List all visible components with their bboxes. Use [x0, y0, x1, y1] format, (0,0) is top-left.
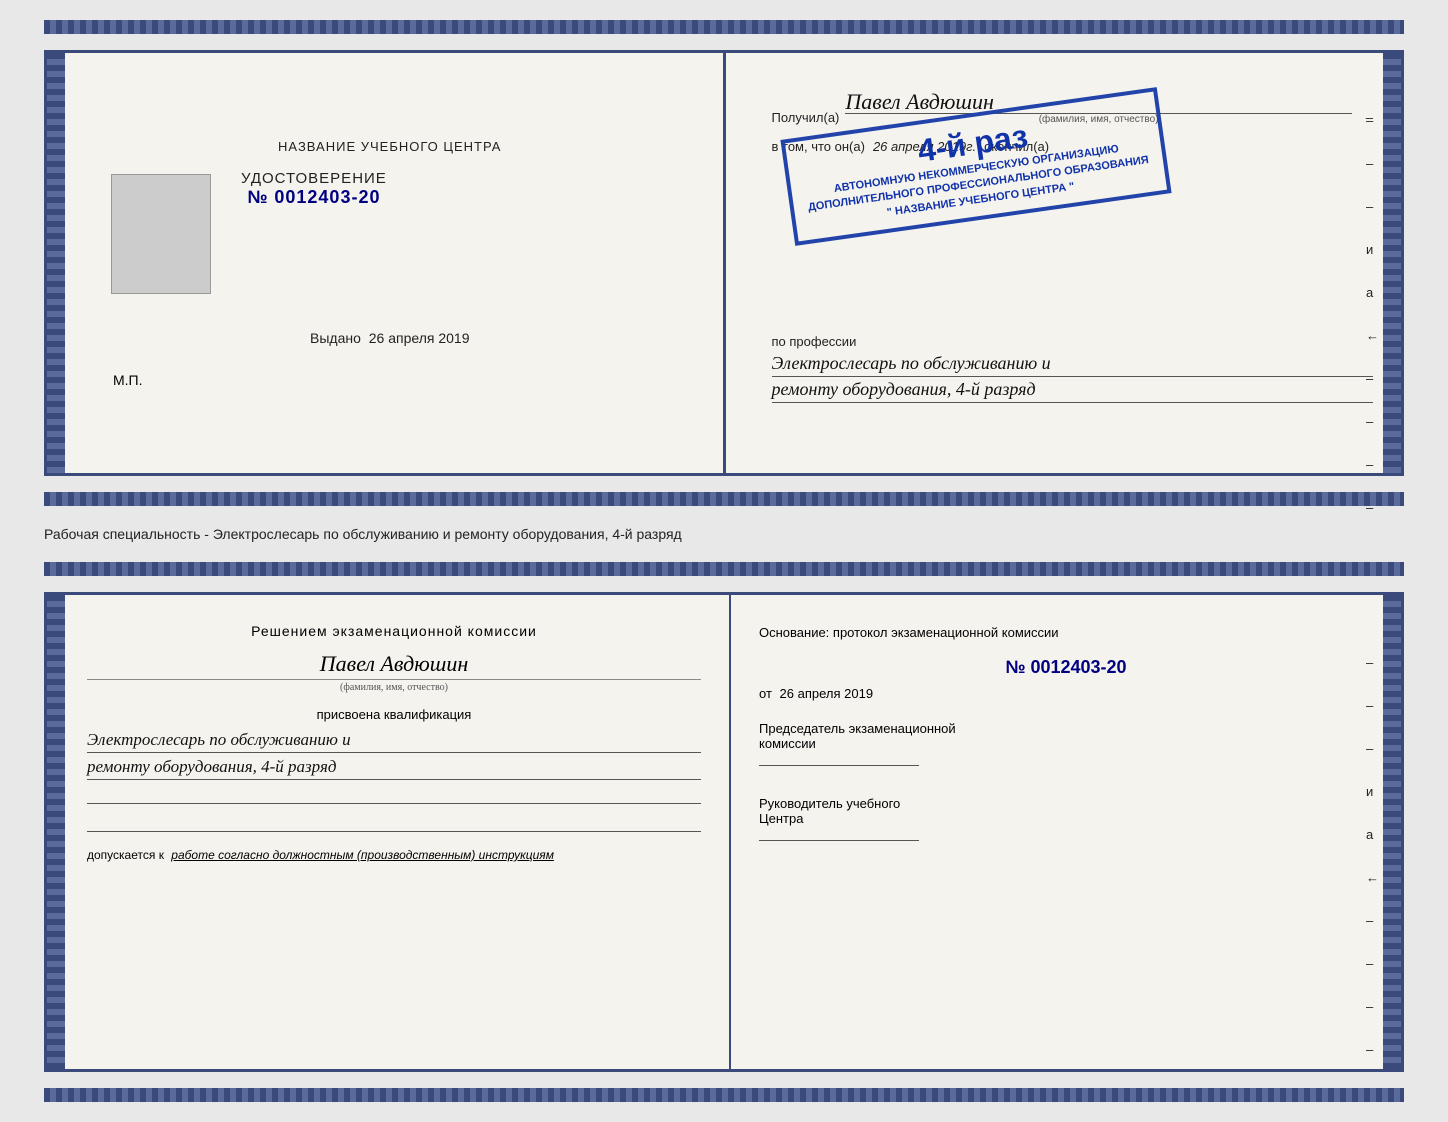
decision-title: Решением экзаменационной комиссии — [87, 623, 701, 639]
photo-placeholder — [111, 174, 211, 294]
doc-number: № 0012403-20 — [241, 187, 387, 208]
udostoverenie-block: УДОСТОВЕРЕНИЕ № 0012403-20 — [241, 170, 387, 208]
bottom-left-page: Решением экзаменационной комиссии Павел … — [47, 595, 731, 1069]
mark-4: и — [1366, 242, 1379, 257]
chairman-sig-line — [759, 765, 919, 766]
mark-9: – — [1366, 457, 1379, 472]
top-booklet: НАЗВАНИЕ УЧЕБНОГО ЦЕНТРА УДОСТОВЕРЕНИЕ №… — [44, 50, 1404, 476]
chairman-label1: Председатель экзаменационной — [759, 721, 1373, 736]
chairman-block: Председатель экзаменационной комиссии — [759, 721, 1373, 766]
rukov-sig-line — [759, 840, 919, 841]
ot-date-val: 26 апреля 2019 — [780, 686, 874, 701]
b-mark-9: – — [1366, 999, 1379, 1014]
bottom-right-page: Основание: протокол экзаменационной коми… — [731, 595, 1401, 1069]
separator-label: Рабочая специальность - Электрослесарь п… — [44, 526, 682, 542]
mark-3: – — [1366, 199, 1379, 214]
center-title: НАЗВАНИЕ УЧЕБНОГО ЦЕНТРА — [278, 139, 501, 154]
profession-label: по профессии — [772, 334, 1374, 349]
mark-10: – — [1366, 500, 1379, 515]
chairman-label2: комиссии — [759, 736, 1373, 751]
poluchil-label: Получил(a) — [772, 110, 840, 125]
b-mark-2: – — [1366, 698, 1379, 713]
bottom-booklet-spine-bottom — [44, 1088, 1404, 1102]
mark-8: – — [1366, 414, 1379, 429]
mark-1: – — [1366, 113, 1379, 128]
b-mark-10: – — [1366, 1042, 1379, 1057]
top-right-page: Получил(a) Павел Авдюшин (фамилия, имя, … — [726, 53, 1402, 473]
допускается-value: работе согласно должностным (производств… — [171, 848, 554, 862]
vydano-line: Выдано 26 апреля 2019 — [310, 330, 470, 346]
rukov-label2: Центра — [759, 811, 1373, 826]
bottom-booklet: Решением экзаменационной комиссии Павел … — [44, 592, 1404, 1072]
profession-value1: Электрослесарь по обслуживанию и — [772, 353, 1374, 377]
b-mark-4: и — [1366, 784, 1379, 799]
right-content: Получил(a) Павел Авдюшин (фамилия, имя, … — [754, 91, 1374, 403]
mark-6: ← — [1366, 328, 1379, 343]
blank-line-1 — [87, 784, 701, 804]
right-side-marks: – – – и а ← – – – – — [1366, 113, 1379, 515]
mark-7: – — [1366, 371, 1379, 386]
bottom-booklet-spine-top — [44, 562, 1404, 576]
qualification-value1: Электрослесарь по обслуживанию и — [87, 730, 701, 753]
ot-date: от 26 апреля 2019 — [759, 686, 1373, 701]
qualification-value2: ремонту оборудования, 4-й разряд — [87, 757, 701, 780]
b-mark-8: – — [1366, 956, 1379, 971]
допускается-block: допускается к работе согласно должностны… — [87, 848, 701, 862]
profession-block: по профессии Электрослесарь по обслужива… — [772, 334, 1374, 403]
top-left-page: НАЗВАНИЕ УЧЕБНОГО ЦЕНТРА УДОСТОВЕРЕНИЕ №… — [47, 53, 726, 473]
assigned-label: присвоена квалификация — [87, 707, 701, 722]
bottom-right-side-marks: – – – и а ← – – – – — [1366, 655, 1379, 1057]
b-mark-7: – — [1366, 913, 1379, 928]
mp-text: М.П. — [93, 372, 143, 388]
b-mark-3: – — [1366, 741, 1379, 756]
blank-line-2 — [87, 812, 701, 832]
bottom-fio-sublabel: (фамилия, имя, отчество) — [87, 679, 701, 693]
vydano-label: Выдано — [310, 330, 361, 346]
b-mark-1: – — [1366, 655, 1379, 670]
left-content: НАЗВАНИЕ УЧЕБНОГО ЦЕНТРА УДОСТОВЕРЕНИЕ №… — [75, 139, 695, 388]
mark-2: – — [1366, 156, 1379, 171]
prot-number: № 0012403-20 — [759, 657, 1373, 678]
udostoverenie-label: УДОСТОВЕРЕНИЕ — [241, 170, 387, 187]
rukov-block: Руководитель учебного Центра — [759, 796, 1373, 841]
b-mark-6: ← — [1366, 870, 1379, 885]
top-booklet-spine-top — [44, 20, 1404, 34]
separator-text: Рабочая специальность - Электрослесарь п… — [44, 522, 1404, 546]
ot-prefix: от — [759, 686, 772, 701]
допускается-prefix: допускается к — [87, 848, 164, 862]
top-booklet-spine-bottom — [44, 492, 1404, 506]
rukov-label1: Руководитель учебного — [759, 796, 1373, 811]
profession-value2: ремонту оборудования, 4-й разряд — [772, 379, 1374, 403]
osnov-label: Основание: протокол экзаменационной коми… — [759, 623, 1373, 643]
mark-5: а — [1366, 285, 1379, 300]
vydano-date: 26 апреля 2019 — [369, 330, 470, 346]
bottom-name-handwritten: Павел Авдюшин — [87, 651, 701, 677]
b-mark-5: а — [1366, 827, 1379, 842]
